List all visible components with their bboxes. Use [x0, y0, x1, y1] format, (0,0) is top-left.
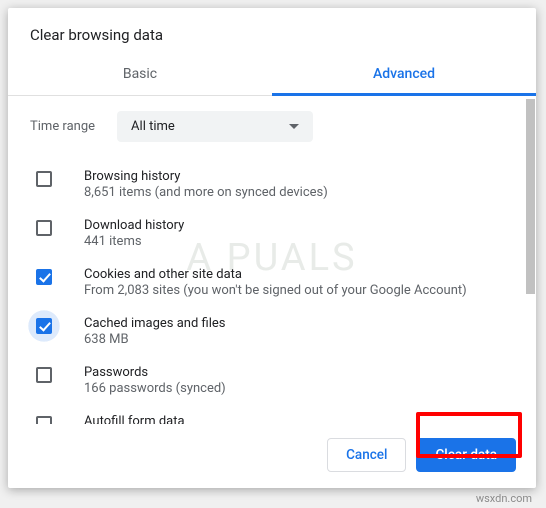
tab-basic[interactable]: Basic [8, 54, 272, 95]
option-browsing-history[interactable]: Browsing history 8,651 items (and more o… [30, 160, 516, 209]
scrollable-content[interactable]: Time range All time Browsing history 8,6… [8, 96, 526, 424]
dialog-footer: Cancel Clear data [8, 424, 536, 488]
checkbox-browsing-history[interactable] [36, 171, 52, 187]
option-title: Cached images and files [84, 316, 225, 331]
time-range-select[interactable]: All time [117, 111, 313, 142]
clear-data-button[interactable]: Clear data [416, 438, 516, 472]
option-download-history[interactable]: Download history 441 items [30, 209, 516, 258]
checkbox-passwords[interactable] [36, 367, 52, 383]
clear-browsing-data-dialog: Clear browsing data Basic Advanced A PUA… [8, 8, 536, 488]
option-cookies[interactable]: Cookies and other site data From 2,083 s… [30, 258, 516, 307]
option-autofill[interactable]: Autofill form data [30, 405, 516, 424]
scrollbar[interactable] [526, 99, 535, 294]
content-area: A PUALS Time range All time Browsing his… [8, 96, 536, 424]
option-passwords[interactable]: Passwords 166 passwords (synced) [30, 356, 516, 405]
option-title: Browsing history [84, 169, 328, 184]
checkbox-autofill[interactable] [36, 416, 52, 424]
checkbox-download-history[interactable] [36, 220, 52, 236]
checkbox-cookies[interactable] [36, 269, 52, 285]
option-title: Autofill form data [84, 414, 185, 424]
time-range-label: Time range [30, 119, 95, 134]
option-title: Cookies and other site data [84, 267, 467, 282]
option-cached-images[interactable]: Cached images and files 638 MB [30, 307, 516, 356]
time-range-value: All time [131, 119, 175, 134]
option-subtitle: From 2,083 sites (you won't be signed ou… [84, 283, 467, 298]
option-subtitle: 441 items [84, 234, 184, 249]
time-range-row: Time range All time [30, 96, 516, 160]
dialog-title: Clear browsing data [8, 8, 536, 54]
tab-advanced[interactable]: Advanced [272, 54, 536, 95]
tabs: Basic Advanced [8, 54, 536, 96]
option-title: Download history [84, 218, 184, 233]
cancel-button[interactable]: Cancel [327, 438, 406, 472]
option-subtitle: 166 passwords (synced) [84, 381, 226, 396]
option-title: Passwords [84, 365, 226, 380]
option-subtitle: 8,651 items (and more on synced devices) [84, 185, 328, 200]
chevron-down-icon [289, 124, 299, 129]
option-subtitle: 638 MB [84, 332, 225, 347]
page-credit: wsxdn.com [476, 492, 532, 505]
checkbox-cached-images[interactable] [36, 318, 52, 334]
